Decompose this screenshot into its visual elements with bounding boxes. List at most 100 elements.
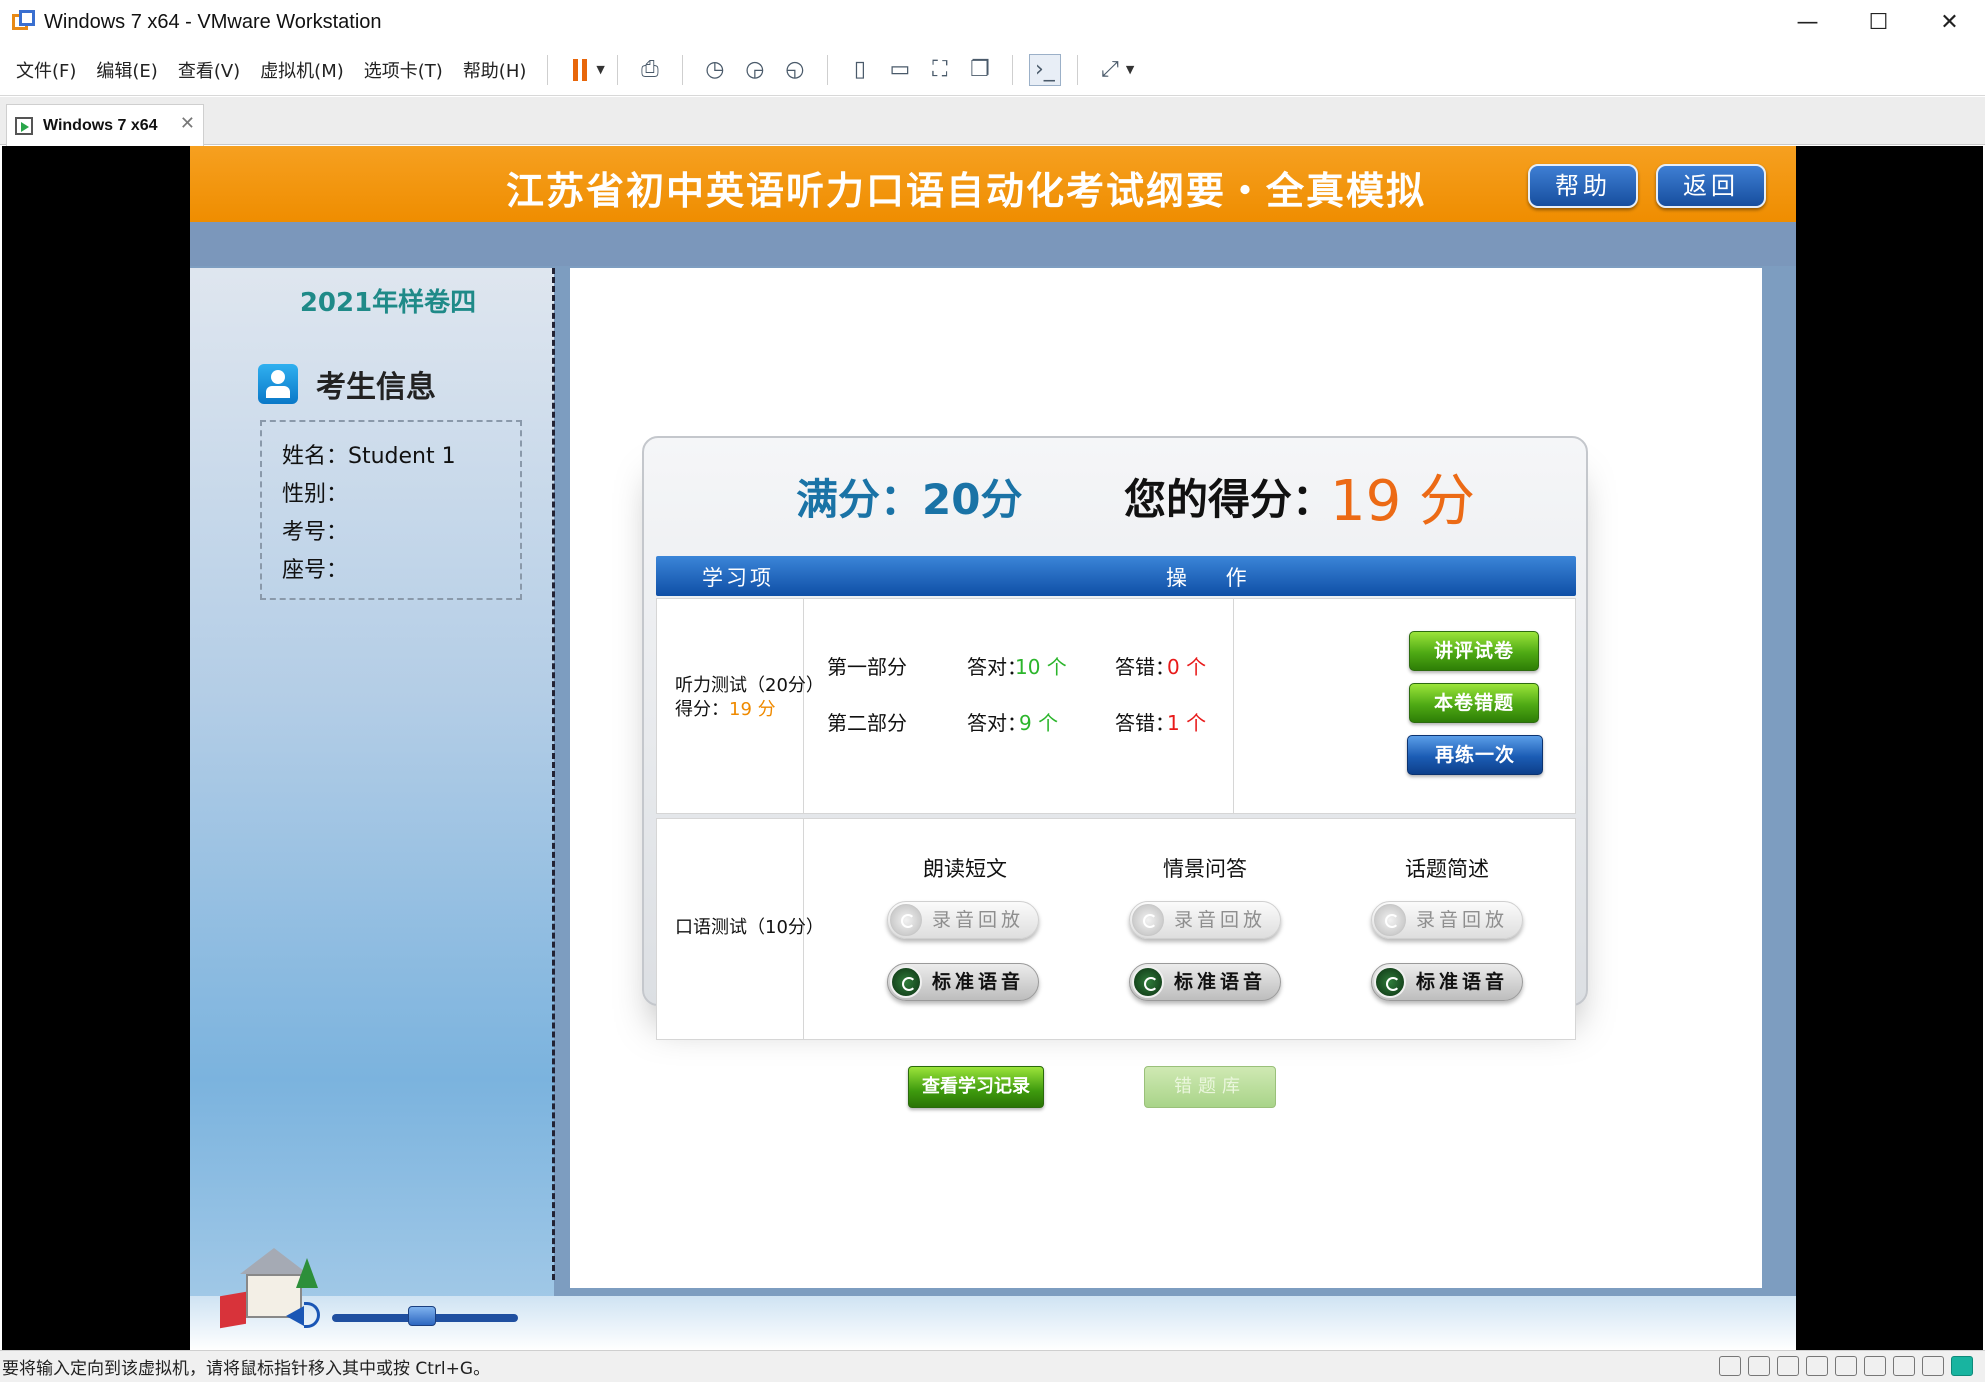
window-titlebar: Windows 7 x64 - VMware Workstation — ☐ ✕ bbox=[0, 0, 1985, 44]
playback-button-read-aloud[interactable]: 录音回放 bbox=[887, 901, 1039, 939]
standard-audio-button-situational-qa[interactable]: 标准语音 bbox=[1129, 963, 1281, 1001]
snapshot-icon[interactable]: ◷ bbox=[699, 54, 731, 86]
paper-mistakes-button[interactable]: 本卷错题 bbox=[1409, 683, 1539, 723]
part-one-right-value: 10 个 bbox=[1015, 655, 1067, 679]
playback-label: 录音回放 bbox=[932, 909, 1025, 931]
menubar: 文件(F) 编辑(E) 查看(V) 虚拟机(M) 选项卡(T) 帮助(H) ▼ … bbox=[0, 44, 1985, 96]
tab-bar: Windows 7 x64 ✕ bbox=[0, 97, 1985, 146]
tab-windows7[interactable]: Windows 7 x64 ✕ bbox=[6, 104, 204, 146]
snapshot-manager-icon[interactable]: ◵ bbox=[779, 54, 811, 86]
playback-label: 录音回放 bbox=[1174, 909, 1267, 931]
header-band bbox=[190, 222, 1796, 266]
menu-edit[interactable]: 编辑(E) bbox=[87, 57, 166, 83]
app-title: 江苏省初中英语听力口语自动化考试纲要・全真模拟 bbox=[506, 169, 1427, 213]
listening-score-value: 19 分 bbox=[729, 699, 776, 720]
library-icon[interactable]: ▯ bbox=[844, 54, 876, 86]
send-keys-icon[interactable]: ⎙ bbox=[634, 54, 666, 86]
vm-display[interactable]: 江苏省初中英语听力口语自动化考试纲要・全真模拟 帮助 返回 2021年样卷四 考… bbox=[2, 146, 1983, 1350]
standard-audio-button-read-aloud[interactable]: 标准语音 bbox=[887, 963, 1039, 1001]
toolbar-separator bbox=[681, 54, 683, 85]
table-row-listening: 听力测试（20分） 得分： 19 分 第一部分 答对： 10 个 答错： 0 个… bbox=[656, 598, 1576, 814]
play-icon bbox=[1374, 966, 1406, 998]
practice-again-button[interactable]: 再练一次 bbox=[1407, 735, 1543, 775]
part-two-name: 第二部分 bbox=[827, 711, 907, 735]
part-one-wrong-value: 0 个 bbox=[1167, 655, 1207, 679]
stretch-icon[interactable]: ⤢ bbox=[1094, 54, 1126, 86]
menu-file[interactable]: 文件(F) bbox=[7, 57, 85, 83]
standard-audio-label: 标准语音 bbox=[932, 971, 1025, 993]
toolbar-separator bbox=[826, 54, 828, 85]
message-icon[interactable] bbox=[1951, 1356, 1973, 1376]
part-two-right-label: 答对： bbox=[967, 711, 1027, 735]
display-icon[interactable] bbox=[1922, 1356, 1944, 1376]
student-name: 姓名：Student 1 bbox=[282, 444, 456, 469]
section-situational-qa: 情景问答 bbox=[1163, 857, 1247, 881]
pause-icon[interactable] bbox=[564, 54, 596, 86]
window-title: Windows 7 x64 - VMware Workstation bbox=[44, 10, 382, 33]
panel-divider bbox=[552, 268, 555, 1280]
menu-vm[interactable]: 虚拟机(M) bbox=[251, 57, 353, 83]
hard-disk-icon[interactable] bbox=[1719, 1356, 1741, 1376]
table-header: 学习项 操 作 bbox=[656, 556, 1576, 596]
part-one-wrong-label: 答错： bbox=[1115, 655, 1175, 679]
play-icon bbox=[1132, 904, 1164, 936]
menu-help[interactable]: 帮助(H) bbox=[454, 57, 536, 83]
terminal-icon[interactable]: ›_ bbox=[1028, 53, 1061, 86]
chevron-down-icon[interactable]: ▼ bbox=[596, 63, 604, 76]
close-tab-icon[interactable]: ✕ bbox=[180, 113, 195, 134]
student-exam-number: 考号： bbox=[282, 520, 349, 545]
unity-icon[interactable]: ❐ bbox=[964, 54, 996, 86]
status-hint: 要将输入定向到该虚拟机，请将鼠标指针移入其中或按 Ctrl+G。 bbox=[2, 1359, 491, 1379]
menu-tabs[interactable]: 选项卡(T) bbox=[355, 57, 452, 83]
speaker-icon[interactable] bbox=[282, 1298, 322, 1332]
minimize-button[interactable]: — bbox=[1772, 0, 1843, 44]
exam-app: 江苏省初中英语听力口语自动化考试纲要・全真模拟 帮助 返回 2021年样卷四 考… bbox=[190, 146, 1796, 1350]
section-read-aloud: 朗读短文 bbox=[923, 857, 1007, 881]
column-header-operation: 操 作 bbox=[1166, 566, 1263, 590]
sound-icon[interactable] bbox=[1864, 1356, 1886, 1376]
printer-icon[interactable] bbox=[1835, 1356, 1857, 1376]
app-header: 江苏省初中英语听力口语自动化考试纲要・全真模拟 帮助 返回 bbox=[190, 146, 1796, 222]
toolbar-separator bbox=[1076, 54, 1078, 85]
error-bank-button[interactable]: 错题库 bbox=[1144, 1066, 1276, 1108]
close-button[interactable]: ✕ bbox=[1914, 0, 1985, 44]
play-icon bbox=[890, 966, 922, 998]
help-button[interactable]: 帮助 bbox=[1528, 164, 1638, 208]
camera-icon[interactable] bbox=[1893, 1356, 1915, 1376]
device-status-icons bbox=[1712, 1356, 1973, 1376]
part-two-right-value: 9 个 bbox=[1019, 711, 1059, 735]
playback-label: 录音回放 bbox=[1416, 909, 1509, 931]
playback-button-topic-summary[interactable]: 录音回放 bbox=[1371, 901, 1523, 939]
usb-icon[interactable] bbox=[1806, 1356, 1828, 1376]
section-topic-summary: 话题简述 bbox=[1405, 857, 1489, 881]
full-score: 满分：20分 bbox=[796, 475, 1023, 524]
standard-audio-button-topic-summary[interactable]: 标准语音 bbox=[1371, 963, 1523, 1001]
your-score-value: 19 分 bbox=[1330, 469, 1476, 534]
toolbar-separator bbox=[616, 54, 618, 85]
back-button[interactable]: 返回 bbox=[1656, 164, 1766, 208]
statusbar: 要将输入定向到该虚拟机，请将鼠标指针移入其中或按 Ctrl+G。 bbox=[0, 1350, 1985, 1382]
maximize-button[interactable]: ☐ bbox=[1843, 0, 1914, 44]
view-study-records-button[interactable]: 查看学习记录 bbox=[908, 1066, 1044, 1108]
left-panel: 2021年样卷四 考生信息 姓名：Student 1 性别： 考号： 座号： bbox=[190, 268, 554, 1350]
student-info-box: 姓名：Student 1 性别： 考号： 座号： bbox=[260, 420, 522, 600]
menu-view[interactable]: 查看(V) bbox=[169, 57, 249, 83]
review-paper-button[interactable]: 讲评试卷 bbox=[1409, 631, 1539, 671]
playback-button-situational-qa[interactable]: 录音回放 bbox=[1129, 901, 1281, 939]
chevron-down-icon[interactable]: ▼ bbox=[1126, 63, 1134, 76]
student-seat-number: 座号： bbox=[282, 558, 349, 583]
part-one-name: 第一部分 bbox=[827, 655, 907, 679]
play-icon bbox=[890, 904, 922, 936]
console-view-icon[interactable]: ▭ bbox=[884, 54, 916, 86]
play-icon bbox=[1132, 966, 1164, 998]
vm-running-icon bbox=[15, 116, 33, 135]
cd-drive-icon[interactable] bbox=[1748, 1356, 1770, 1376]
listening-label: 听力测试（20分） bbox=[675, 675, 824, 696]
fullscreen-icon[interactable]: ⛶ bbox=[924, 54, 956, 86]
network-icon[interactable] bbox=[1777, 1356, 1799, 1376]
revert-snapshot-icon[interactable]: ◶ bbox=[739, 54, 771, 86]
vmware-logo-icon bbox=[12, 10, 36, 34]
volume-slider-thumb[interactable] bbox=[408, 1306, 436, 1326]
student-icon bbox=[258, 364, 298, 404]
speaking-label: 口语测试（10分） bbox=[675, 917, 824, 938]
